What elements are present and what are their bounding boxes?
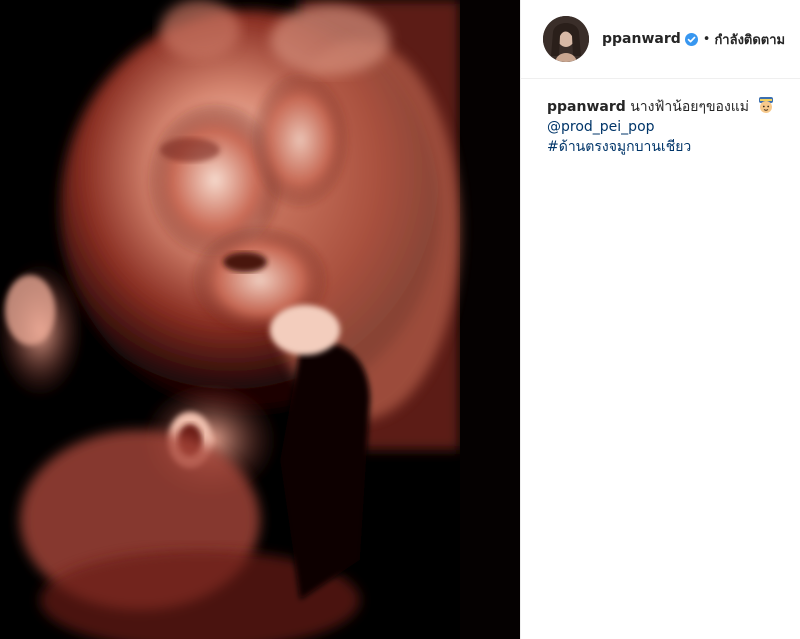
username-link[interactable]: ppanward	[602, 31, 681, 47]
verified-badge-icon	[684, 32, 698, 46]
post-caption: ppanward นางฟ้าน้อยๆของแม่ @prod_pei_pop…	[521, 79, 800, 157]
mention-link[interactable]: @prod_pei_pop	[547, 117, 792, 137]
post-side-panel: ppanward • กำลังติดตาม ppanward นางฟ้าน้…	[520, 0, 800, 639]
avatar[interactable]	[543, 16, 589, 62]
post-media[interactable]	[0, 0, 520, 639]
caption-username-link[interactable]: ppanward	[547, 99, 626, 115]
hashtag-link[interactable]: #ด้านตรงจมูกบานเชียว	[547, 137, 792, 157]
ultrasound-image	[0, 0, 520, 639]
profile-photo-icon	[543, 16, 589, 62]
caption-line: ppanward นางฟ้าน้อยๆของแม่	[547, 96, 792, 117]
following-button[interactable]: กำลังติดตาม	[714, 29, 785, 50]
baby-face-emoji-icon	[759, 97, 774, 113]
header-separator: •	[702, 31, 711, 47]
post-header: ppanward • กำลังติดตาม	[521, 0, 800, 79]
caption-text: นางฟ้าน้อยๆของแม่	[630, 99, 750, 115]
